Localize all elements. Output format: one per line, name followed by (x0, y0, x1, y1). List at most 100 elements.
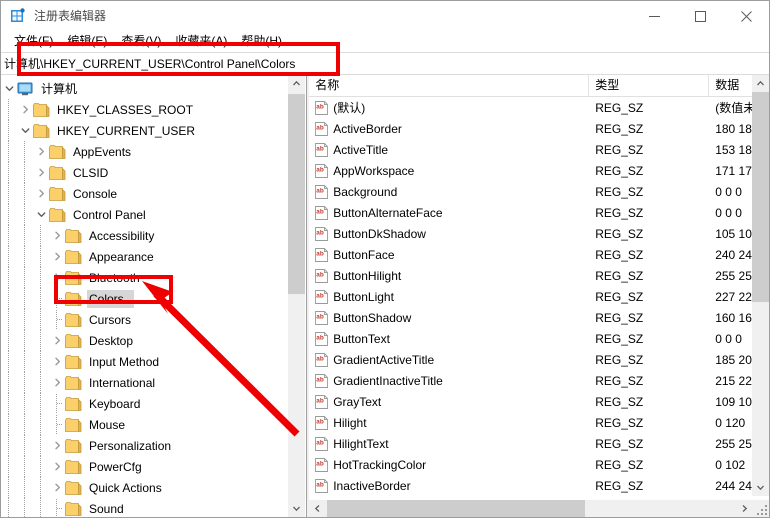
folder-icon (65, 480, 82, 495)
chevron-right-icon[interactable] (49, 435, 65, 456)
tree-item-control-panel[interactable]: Control Panel (1, 204, 291, 225)
tree-item-powercfg[interactable]: PowerCfg (1, 456, 291, 477)
tree-item-appearance[interactable]: Appearance (1, 246, 291, 267)
chevron-right-icon[interactable] (49, 351, 65, 372)
tree-guide-line (1, 414, 17, 435)
list-scroll-up-button[interactable] (752, 75, 769, 92)
value-name-label: ButtonShadow (333, 310, 412, 325)
table-row[interactable]: ab HilightText REG_SZ 255 25 (309, 433, 769, 454)
tree-item-[interactable]: 计算机 (1, 78, 291, 99)
chevron-right-icon[interactable] (49, 225, 65, 246)
table-row[interactable]: ab Background REG_SZ 0 0 0 (309, 181, 769, 202)
split-panes: 计算机 HKEY_CLASSES_ROOT HKEY_CURRENT_USER App… (1, 75, 769, 517)
tree-guide-line (17, 183, 33, 204)
tree-guide-line (33, 477, 49, 498)
chevron-down-icon[interactable] (33, 204, 49, 225)
table-row[interactable]: ab InactiveBorder REG_SZ 244 24 (309, 475, 769, 496)
tree-item-international[interactable]: International (1, 372, 291, 393)
tree-item-desktop[interactable]: Desktop (1, 330, 291, 351)
list-hscroll-thumb[interactable] (327, 500, 586, 517)
menu-favorites[interactable]: 收藏夹(A) (168, 32, 234, 51)
menu-edit[interactable]: 编辑(E) (60, 32, 114, 51)
list-horizontal-scrollbar[interactable] (309, 500, 769, 517)
table-row[interactable]: ab AppWorkspace REG_SZ 171 17 (309, 160, 769, 181)
table-row[interactable]: ab Hilight REG_SZ 0 120 (309, 412, 769, 433)
table-row[interactable]: ab ButtonText REG_SZ 0 0 0 (309, 328, 769, 349)
tree-item-accessibility[interactable]: Accessibility (1, 225, 291, 246)
tree-scroll-down-button[interactable] (288, 500, 306, 517)
value-name-label: ButtonText (333, 331, 390, 346)
table-row[interactable]: ab ButtonFace REG_SZ 240 24 (309, 244, 769, 265)
chevron-right-icon[interactable] (49, 246, 65, 267)
chevron-right-icon[interactable] (49, 267, 65, 288)
table-row[interactable]: ab ButtonDkShadow REG_SZ 105 10 (309, 223, 769, 244)
list-scroll-thumb[interactable] (752, 92, 769, 302)
chevron-right-icon[interactable] (49, 456, 65, 477)
chevron-down-icon[interactable] (1, 78, 17, 99)
table-row[interactable]: ab GradientActiveTitle REG_SZ 185 20 (309, 349, 769, 370)
chevron-right-icon[interactable] (49, 372, 65, 393)
list-vertical-scrollbar[interactable] (752, 75, 769, 496)
tree-item-label: PowerCfg (89, 459, 142, 474)
column-header-type[interactable]: 类型 (589, 75, 710, 96)
close-button[interactable] (723, 1, 769, 31)
table-row[interactable]: ab ButtonHilight REG_SZ 255 25 (309, 265, 769, 286)
table-row[interactable]: ab GradientInactiveTitle REG_SZ 215 22 (309, 370, 769, 391)
table-row[interactable]: ab ButtonLight REG_SZ 227 22 (309, 286, 769, 307)
tree-item-mouse[interactable]: Mouse (1, 414, 291, 435)
tree-scroll-up-button[interactable] (288, 75, 306, 92)
minimize-button[interactable] (631, 1, 677, 31)
list-scroll-left-button[interactable] (309, 500, 326, 517)
tree-item-hkey-classes-root[interactable]: HKEY_CLASSES_ROOT (1, 99, 291, 120)
tree-item-clsid[interactable]: CLSID (1, 162, 291, 183)
table-row[interactable]: ab GrayText REG_SZ 109 10 (309, 391, 769, 412)
menu-view[interactable]: 查看(V) (114, 32, 168, 51)
chevron-right-icon[interactable] (49, 330, 65, 351)
tree-item-input-method[interactable]: Input Method (1, 351, 291, 372)
values-list: ab (默认) REG_SZ (数值未 ab ActiveBorder REG_SZ 180 … (309, 97, 769, 497)
tree-item-personalization[interactable]: Personalization (1, 435, 291, 456)
address-bar[interactable]: 计算机\HKEY_CURRENT_USER\Control Panel\Colo… (1, 52, 769, 75)
chevron-right-icon[interactable] (49, 477, 65, 498)
svg-text:ab: ab (317, 313, 325, 320)
chevron-right-icon[interactable] (17, 99, 33, 120)
column-header-name[interactable]: 名称 (309, 75, 590, 96)
list-scroll-down-button[interactable] (752, 479, 769, 496)
tree-vertical-scrollbar[interactable] (288, 75, 306, 517)
string-value-icon: ab (315, 310, 329, 325)
tree-item-appevents[interactable]: AppEvents (1, 141, 291, 162)
table-row[interactable]: ab (默认) REG_SZ (数值未 (309, 97, 769, 118)
tree-item-label: Cursors (89, 312, 132, 327)
tree-item-colors[interactable]: Colors (1, 288, 291, 309)
value-name-label: HotTrackingColor (333, 457, 427, 472)
tree-item-cursors[interactable]: Cursors (1, 309, 291, 330)
tree-item-quick-actions[interactable]: Quick Actions (1, 477, 291, 498)
tree-guide-line (17, 498, 33, 517)
menu-file[interactable]: 文件(F) (7, 32, 60, 51)
tree-item-bluetooth[interactable]: Bluetooth (1, 267, 291, 288)
resize-grip[interactable] (754, 501, 769, 516)
table-row[interactable]: ab HotTrackingColor REG_SZ 0 102 (309, 454, 769, 475)
list-scroll-right-button[interactable] (736, 500, 753, 517)
tree-guide-line (33, 267, 49, 288)
value-name-label: ActiveTitle (333, 142, 389, 157)
tree-item-label: Personalization (89, 438, 172, 453)
table-row[interactable]: ab ButtonAlternateFace REG_SZ 0 0 0 (309, 202, 769, 223)
maximize-button[interactable] (677, 1, 723, 31)
chevron-right-icon[interactable] (33, 162, 49, 183)
table-row[interactable]: ab ActiveTitle REG_SZ 153 18 (309, 139, 769, 160)
table-row[interactable]: ab ActiveBorder REG_SZ 180 18 (309, 118, 769, 139)
table-row[interactable]: ab ButtonShadow REG_SZ 160 16 (309, 307, 769, 328)
value-name-label: ButtonHilight (333, 268, 402, 283)
tree-scroll-thumb[interactable] (288, 94, 306, 294)
folder-icon (49, 165, 66, 180)
tree-item-console[interactable]: Console (1, 183, 291, 204)
tree-item-sound[interactable]: Sound (1, 498, 291, 517)
chevron-right-icon[interactable] (33, 183, 49, 204)
tree-item-hkey-current-user[interactable]: HKEY_CURRENT_USER (1, 120, 291, 141)
chevron-right-icon[interactable] (33, 141, 49, 162)
menu-help[interactable]: 帮助(H) (234, 32, 289, 51)
tree-item-keyboard[interactable]: Keyboard (1, 393, 291, 414)
value-type-cell: REG_SZ (595, 184, 644, 199)
chevron-down-icon[interactable] (17, 120, 33, 141)
